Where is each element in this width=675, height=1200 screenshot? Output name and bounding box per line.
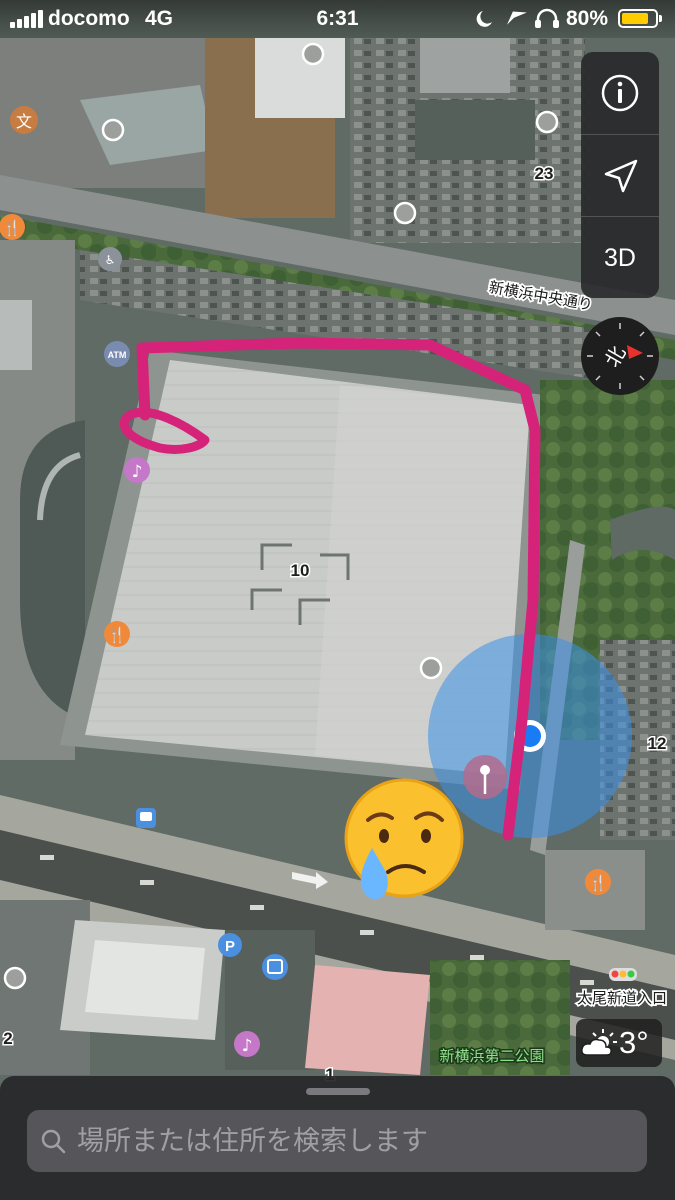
music-marker[interactable]: ♪ (234, 1031, 260, 1057)
satellite-map[interactable]: 文 🍴 ♿ ATM ♪ 🍴 P ♪ 🍴 23 10 12 2 1 新横浜中央通り… (0, 0, 675, 1200)
atm-marker[interactable]: ATM (104, 341, 130, 367)
weather-badge[interactable]: 3° (576, 1019, 662, 1067)
battery-icon (618, 9, 658, 28)
info-button[interactable] (581, 52, 659, 134)
moon-icon (476, 11, 492, 27)
poi-dot[interactable] (101, 118, 125, 142)
sad-emoji-sticker (344, 778, 464, 900)
battery-percent: 80% (566, 7, 609, 30)
intersection-label: 太尾新道入口 (577, 989, 667, 1007)
svg-text:♪: ♪ (132, 462, 143, 482)
poi-dot[interactable] (301, 42, 325, 66)
parking-label: P (225, 938, 235, 955)
info-icon (601, 74, 639, 112)
search-icon (41, 1129, 66, 1154)
tracking-button[interactable] (581, 134, 659, 217)
svg-text:🍴: 🍴 (108, 626, 127, 644)
building-number: 12 (648, 734, 667, 753)
bus-stop-marker[interactable] (136, 808, 156, 828)
3d-view-button[interactable]: 3D (581, 216, 659, 298)
parking-marker[interactable]: P (218, 933, 242, 957)
search-input[interactable] (77, 1110, 632, 1172)
svg-text:🍴: 🍴 (3, 219, 22, 237)
weather-temperature: 3° (619, 1025, 649, 1060)
map-controls: 3D (581, 52, 659, 298)
poi-dot[interactable] (393, 201, 417, 225)
poi-dot[interactable] (535, 110, 559, 134)
status-icons (476, 8, 559, 28)
svg-text:文: 文 (16, 112, 32, 131)
sheet-grabber[interactable] (306, 1088, 370, 1095)
bottom-sheet[interactable] (0, 1076, 675, 1200)
building (415, 100, 535, 160)
atm-label: ATM (108, 350, 127, 360)
compass-button[interactable]: 北 (581, 317, 659, 395)
compass-north-label: 北 (600, 342, 631, 371)
svg-text:♿: ♿ (105, 253, 116, 267)
svg-text:♪: ♪ (242, 1036, 253, 1056)
partly-cloudy-icon (581, 1029, 617, 1056)
traffic-light-marker[interactable] (609, 968, 637, 981)
poi-dot[interactable] (3, 966, 27, 990)
building (420, 38, 510, 93)
park-label: 新横浜第二公園 (439, 1047, 544, 1065)
svg-text:🍴: 🍴 (589, 874, 608, 892)
music-marker[interactable]: ♪ (124, 457, 150, 483)
restaurant-marker[interactable]: 🍴 (0, 214, 25, 240)
status-bar: docomo 4G 6:31 80% (0, 0, 675, 38)
building-number: 10 (291, 561, 310, 580)
compass-icon: 北 (587, 323, 653, 389)
building-number: 23 (535, 164, 554, 183)
restroom-marker[interactable]: ♿ (98, 247, 122, 271)
school-marker[interactable]: 文 (10, 106, 38, 134)
headphones-icon (535, 8, 559, 28)
bank-marker[interactable] (262, 954, 288, 980)
poi-dot[interactable] (419, 656, 443, 680)
building-roof (85, 940, 205, 1020)
restaurant-marker[interactable]: 🍴 (104, 621, 130, 647)
building-number: 2 (3, 1029, 12, 1048)
location-arrow-icon (604, 159, 638, 193)
battery-tip (659, 15, 662, 22)
restaurant-marker[interactable]: 🍴 (585, 869, 611, 895)
pink-building (305, 965, 430, 1075)
building (0, 300, 32, 370)
search-bar[interactable] (27, 1110, 647, 1172)
location-arrow-icon (506, 11, 527, 25)
battery-fill (622, 13, 648, 24)
building (255, 38, 345, 118)
